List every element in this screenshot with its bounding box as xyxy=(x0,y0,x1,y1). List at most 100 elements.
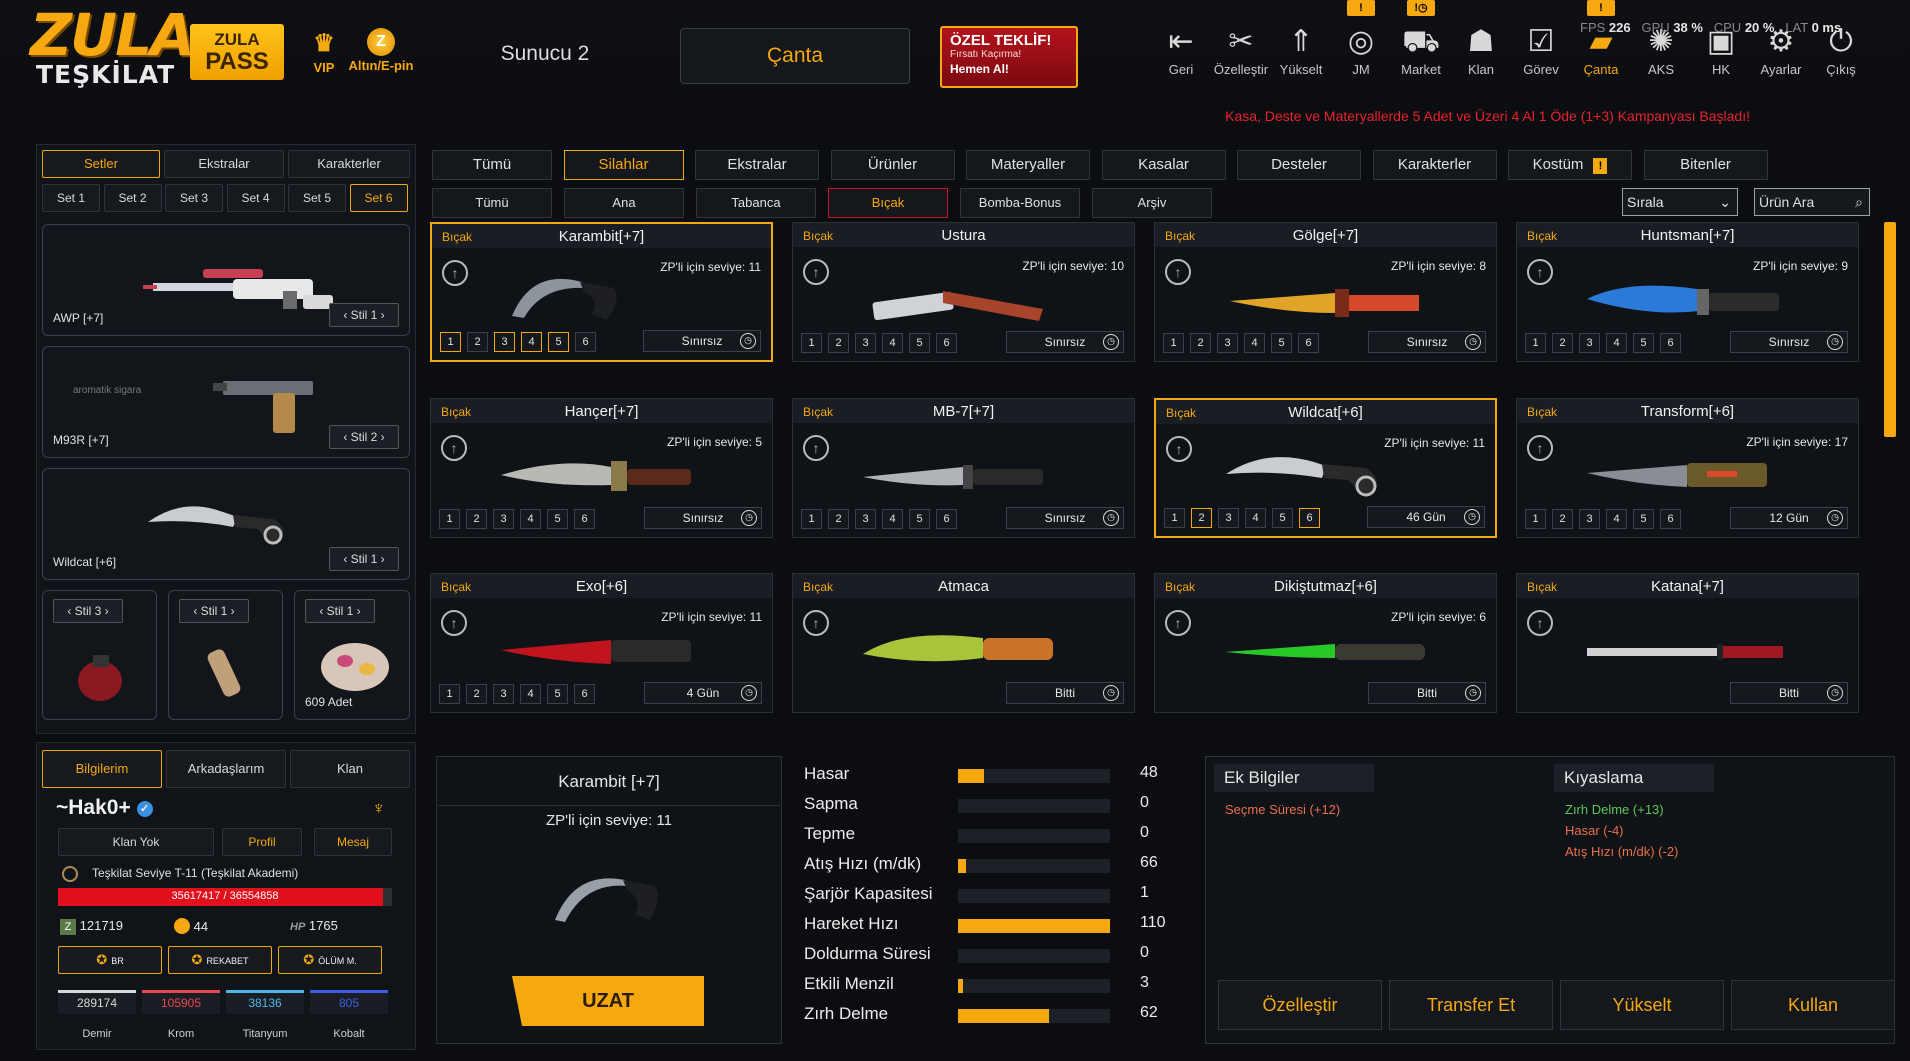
level-slot[interactable]: 4 xyxy=(882,508,903,529)
tab-kostüm[interactable]: Kostüm! xyxy=(1508,150,1632,180)
upgrade-arrow-icon[interactable]: ↑ xyxy=(441,610,467,636)
vip-button[interactable]: ♛ VIP xyxy=(304,28,344,75)
tab-setler[interactable]: Setler xyxy=(42,150,160,178)
subtab-arşiv[interactable]: Arşiv xyxy=(1092,188,1212,218)
mode-badge-3[interactable]: ✪ ÖLÜM M. xyxy=(278,946,382,974)
level-slot[interactable]: 4 xyxy=(1606,333,1627,353)
set-tab-2[interactable]: Set 2 xyxy=(103,184,162,212)
loadout-slot-primary[interactable]: AWP [+7] ‹ Stil 1 › xyxy=(42,224,410,336)
level-slot[interactable]: 1 xyxy=(1525,508,1546,529)
tab-silahlar[interactable]: Silahlar xyxy=(563,150,684,180)
level-slot[interactable]: 6 xyxy=(1660,508,1681,529)
nav-tools[interactable]: ✂ Özelleştir xyxy=(1212,22,1270,88)
subtab-ana[interactable]: Ana xyxy=(564,188,684,218)
upgrade-arrow-icon[interactable]: ↑ xyxy=(442,260,468,286)
search-input[interactable]: Ürün Ara ⌕ xyxy=(1754,188,1870,216)
level-slot[interactable]: 5 xyxy=(1272,507,1293,528)
tab-bilgilerim[interactable]: Bilgilerim xyxy=(42,750,162,788)
level-slot[interactable]: 1 xyxy=(440,332,461,352)
level-slot[interactable]: 2 xyxy=(1191,507,1212,528)
item-card[interactable]: Bıçak Gölge[+7] ↑ ZP'li için seviye: 812345… xyxy=(1154,222,1497,362)
tab-arkadaslarim[interactable]: Arkadaşlarım xyxy=(166,750,286,788)
message-button[interactable]: Mesaj xyxy=(314,828,392,856)
level-slot[interactable]: 1 xyxy=(801,333,822,353)
subtab-bomba-bonus[interactable]: Bomba-Bonus xyxy=(960,188,1080,218)
level-slot[interactable]: 1 xyxy=(1164,507,1185,528)
level-slot[interactable]: 2 xyxy=(467,332,488,352)
level-slot[interactable]: 2 xyxy=(1552,508,1573,529)
set-tab-3[interactable]: Set 3 xyxy=(165,184,223,212)
zula-pass-button[interactable]: ZULA PASS xyxy=(190,24,284,80)
item-card[interactable]: Bıçak Ustura ↑ ZP'li için seviye: 10 1 2 3 4 5 6 S… xyxy=(792,222,1135,362)
style-switch[interactable]: ‹ Stil 1 › xyxy=(329,303,399,327)
tab-tümü[interactable]: Tümü xyxy=(432,150,552,180)
upgrade-arrow-icon[interactable]: ↑ xyxy=(441,434,467,461)
level-slot[interactable]: 3 xyxy=(1579,333,1600,353)
level-slot[interactable]: 3 xyxy=(1217,333,1238,353)
tab-karakterler[interactable]: Karakterler xyxy=(1372,150,1497,180)
item-card[interactable]: Bıçak Dikiştutmaz[+6] ↑ ZP'li için seviye: … xyxy=(1154,573,1497,713)
upgrade-arrow-icon[interactable]: ↑ xyxy=(1166,435,1192,462)
style-switch[interactable]: ‹ Stil 1 › xyxy=(305,599,375,623)
level-slot[interactable]: 4 xyxy=(521,332,542,352)
item-card[interactable]: Bıçak MB-7[+7] ↑ 1 2 3 4 5 6 Sınırsız ◷ xyxy=(792,397,1135,538)
upgrade-arrow-icon[interactable]: ↑ xyxy=(1165,259,1191,285)
subtab-tümü[interactable]: Tümü xyxy=(432,188,552,218)
loadout-slot-secondary[interactable]: aromatik sigara M93R [+7] ‹ Stil 2 › xyxy=(42,346,410,458)
set-tab-1[interactable]: Set 1 xyxy=(42,184,100,212)
set-tab-5[interactable]: Set 5 xyxy=(288,184,346,212)
loadout-slot-bomb[interactable]: ‹ Stil 1 › xyxy=(168,590,283,720)
nav-clan[interactable]: ☗ Klan xyxy=(1452,22,1510,88)
level-slot[interactable]: 5 xyxy=(909,508,930,529)
item-card[interactable]: Bıçak Huntsman[+7] ↑ ZP'li için seviye: 912… xyxy=(1516,222,1859,362)
level-slot[interactable]: 2 xyxy=(828,333,849,353)
level-slot[interactable]: 2 xyxy=(1552,333,1573,353)
level-slot[interactable]: 5 xyxy=(547,508,568,529)
level-slot[interactable]: 4 xyxy=(882,333,903,353)
level-slot[interactable]: 3 xyxy=(493,684,514,704)
level-slot[interactable]: 3 xyxy=(855,508,876,529)
level-slot[interactable]: 2 xyxy=(466,508,487,529)
style-switch[interactable]: ‹ Stil 1 › xyxy=(179,599,249,623)
level-slot[interactable]: 1 xyxy=(801,508,822,529)
level-slot[interactable]: 3 xyxy=(855,333,876,353)
level-slot[interactable]: 3 xyxy=(1579,508,1600,529)
item-card[interactable]: Bıçak Exo[+6] ↑ ZP'li için seviye: 11 1 2 3 4 5 6… xyxy=(430,573,773,713)
nav-task[interactable]: ☑ Görev xyxy=(1512,22,1570,88)
level-slot[interactable]: 4 xyxy=(1244,333,1265,353)
level-slot[interactable]: 1 xyxy=(439,684,460,704)
tab-desteler[interactable]: Desteler xyxy=(1237,150,1361,180)
tab-materyaller[interactable]: Materyaller xyxy=(966,150,1090,180)
level-slot[interactable]: 6 xyxy=(1660,333,1681,353)
style-switch[interactable]: ‹ Stil 2 › xyxy=(329,425,399,449)
level-slot[interactable]: 4 xyxy=(520,508,541,529)
level-slot[interactable]: 6 xyxy=(1299,507,1320,528)
set-tab-4[interactable]: Set 4 xyxy=(226,184,285,212)
set-tab-6[interactable]: Set 6 xyxy=(349,184,408,212)
loadout-slot-knife[interactable]: Wildcat [+6] ‹ Stil 1 › xyxy=(42,468,410,580)
item-card[interactable]: Bıçak Hançer[+7] ↑ ZP'li için seviye: 51234… xyxy=(430,397,773,538)
tab-ekstralar[interactable]: Ekstralar xyxy=(164,150,284,178)
level-slot[interactable]: 4 xyxy=(520,684,541,704)
upgrade-arrow-icon[interactable]: ↑ xyxy=(1165,610,1191,636)
level-slot[interactable]: 2 xyxy=(828,508,849,529)
nav-coins[interactable]: ! ◎ JM xyxy=(1332,0,1390,88)
server-label[interactable]: Sunucu 2 xyxy=(480,42,610,66)
extend-button[interactable]: UZAT xyxy=(512,976,704,1026)
nav-back[interactable]: ⇤ Geri xyxy=(1152,22,1210,88)
subtab-bıçak[interactable]: Bıçak xyxy=(828,188,948,218)
level-slot[interactable]: 6 xyxy=(936,333,957,353)
upgrade-arrow-icon[interactable]: ↑ xyxy=(803,434,829,461)
level-slot[interactable]: 1 xyxy=(1163,333,1184,353)
loadout-slot-grenade[interactable]: ‹ Stil 3 › xyxy=(42,590,157,720)
level-slot[interactable]: 5 xyxy=(1633,333,1654,353)
upgrade-arrow-icon[interactable]: ↑ xyxy=(1527,610,1553,636)
mode-badge-1[interactable]: ✪ BR xyxy=(58,946,162,974)
level-slot[interactable]: 2 xyxy=(466,684,487,704)
action-button-1[interactable]: Özelleştir xyxy=(1218,980,1382,1030)
clan-button[interactable]: Klan Yok xyxy=(58,828,214,856)
altin-epin-button[interactable]: Z Altın/E-pin xyxy=(340,28,422,73)
loadout-slot-consumable[interactable]: ‹ Stil 1 › 609 Adet xyxy=(294,590,410,720)
level-slot[interactable]: 5 xyxy=(909,333,930,353)
upgrade-arrow-icon[interactable]: ↑ xyxy=(1527,434,1553,461)
